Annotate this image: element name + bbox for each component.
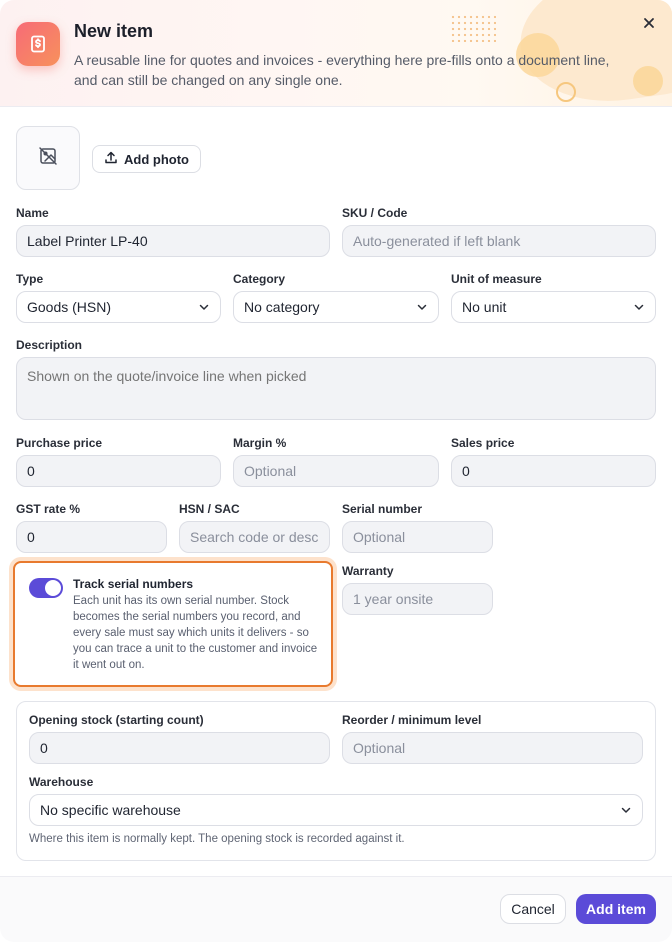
warehouse-select[interactable]: No specific warehouse: [29, 794, 643, 826]
add-item-button[interactable]: Add item: [576, 894, 656, 924]
margin-label: Margin %: [233, 436, 287, 450]
upload-icon: [104, 151, 118, 168]
track-serial-card: Track serial numbers Each unit has its o…: [13, 561, 333, 687]
purchase-price-input[interactable]: 0: [16, 455, 221, 487]
track-serial-title: Track serial numbers: [73, 577, 194, 591]
gst-rate-input[interactable]: 0: [16, 521, 167, 553]
image-off-icon: [38, 146, 58, 171]
category-value: No category: [244, 299, 320, 315]
new-item-dialog: New item A reusable line for quotes and …: [0, 0, 672, 942]
track-serial-description: Each unit has its own serial number. Sto…: [73, 595, 318, 671]
track-serial-toggle[interactable]: [29, 578, 63, 598]
cancel-button[interactable]: Cancel: [500, 894, 566, 924]
description-label: Description: [16, 338, 83, 352]
category-label: Category: [233, 272, 286, 286]
sku-input[interactable]: Auto-generated if left blank: [342, 225, 656, 257]
chevron-down-icon: [417, 304, 427, 310]
type-value: Goods (HSN): [27, 299, 112, 315]
reorder-level-label: Reorder / minimum level: [342, 713, 482, 727]
type-select[interactable]: Goods (HSN): [16, 291, 221, 323]
serial-number-input[interactable]: Optional: [342, 521, 493, 553]
warranty-input[interactable]: 1 year onsite: [342, 583, 493, 615]
unit-value: No unit: [462, 299, 507, 315]
dialog-subtitle: A reusable line for quotes and invoices …: [74, 52, 610, 88]
warehouse-hint: Where this item is normally kept. The op…: [29, 833, 405, 845]
add-photo-button[interactable]: Add photo: [92, 145, 201, 173]
name-input[interactable]: Label Printer LP-40: [16, 225, 330, 257]
category-select[interactable]: No category: [233, 291, 439, 323]
invoice-dollar-icon: [16, 22, 60, 66]
photo-placeholder[interactable]: [16, 126, 80, 190]
reorder-level-input[interactable]: Optional: [342, 732, 643, 764]
name-label: Name: [16, 206, 49, 220]
warehouse-value: No specific warehouse: [40, 802, 181, 818]
opening-stock-input[interactable]: 0: [29, 732, 330, 764]
warehouse-label: Warehouse: [29, 775, 94, 789]
toggle-knob: [45, 580, 61, 596]
chevron-down-icon: [634, 304, 644, 310]
close-icon[interactable]: [638, 12, 660, 34]
margin-input[interactable]: Optional: [233, 455, 439, 487]
dialog-header: New item A reusable line for quotes and …: [0, 0, 672, 107]
opening-stock-label: Opening stock (starting count): [29, 713, 204, 727]
warranty-label: Warranty: [342, 564, 394, 578]
purchase-price-label: Purchase price: [16, 436, 103, 450]
unit-select[interactable]: No unit: [451, 291, 656, 323]
type-label: Type: [16, 272, 44, 286]
hsn-sac-label: HSN / SAC: [179, 502, 240, 516]
description-textarea[interactable]: [16, 357, 656, 420]
dialog-footer: [0, 876, 672, 942]
chevron-down-icon: [621, 807, 631, 813]
sales-price-input[interactable]: 0: [451, 455, 656, 487]
hsn-sac-input[interactable]: Search code or desc: [179, 521, 330, 553]
header-circle-decoration: [633, 66, 663, 96]
unit-label: Unit of measure: [451, 272, 542, 286]
dialog-title: New item: [74, 21, 154, 41]
gst-rate-label: GST rate %: [16, 502, 81, 516]
sku-label: SKU / Code: [342, 206, 408, 220]
sales-price-label: Sales price: [451, 436, 515, 450]
add-photo-label: Add photo: [124, 151, 189, 167]
chevron-down-icon: [199, 304, 209, 310]
header-dots-decoration: [450, 14, 496, 42]
serial-number-label: Serial number: [342, 502, 423, 516]
